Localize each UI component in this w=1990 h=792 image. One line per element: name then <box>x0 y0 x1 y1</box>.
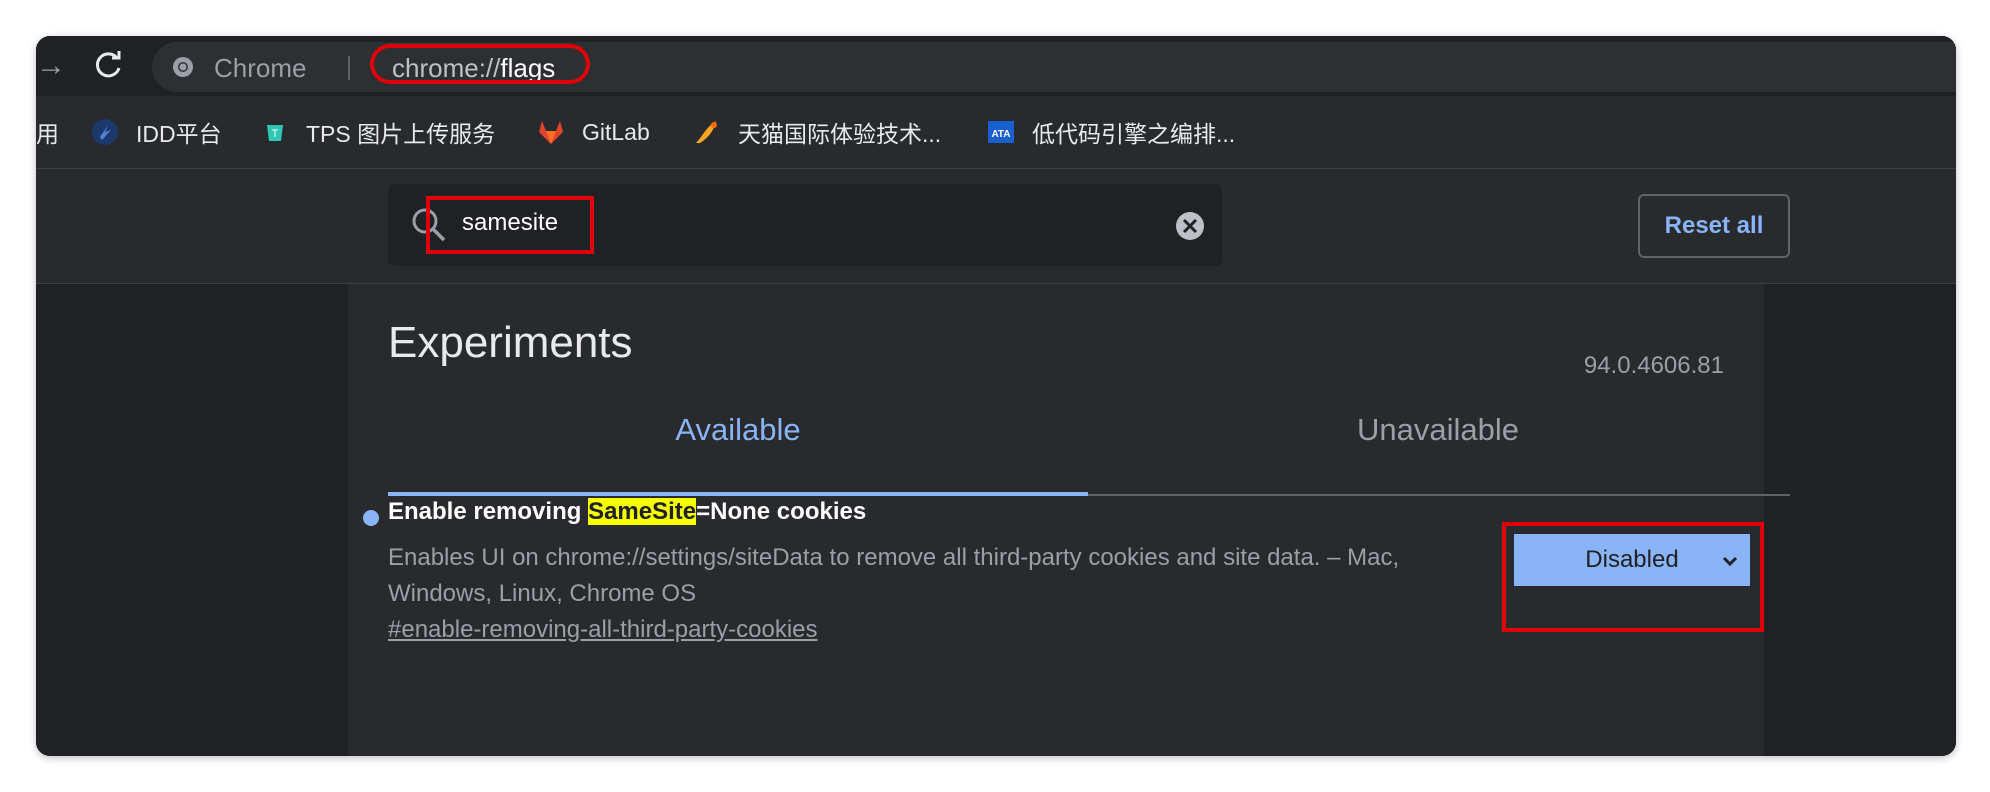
bookmark-label: 天猫国际体验技术... <box>738 121 942 147</box>
tab-unavailable[interactable]: Unavailable <box>1088 396 1788 464</box>
bookmark-item[interactable]: 用 <box>36 116 59 148</box>
search-annotation-box <box>426 196 594 254</box>
chevron-down-icon <box>1720 550 1740 570</box>
tab-active-indicator <box>388 492 1088 496</box>
flag-title-prefix: Enable removing <box>388 498 589 525</box>
flag-description: Enables UI on chrome://settings/siteData… <box>388 544 1400 607</box>
ata-icon: ATA <box>986 117 1016 147</box>
address-bar[interactable]: Chrome chrome://flags <box>152 42 1956 92</box>
bookmark-item[interactable]: ATA 低代码引擎之编排... <box>986 116 1235 148</box>
url-annotation-ring <box>370 44 590 84</box>
site-chip-label: Chrome <box>214 53 307 83</box>
bookmark-item[interactable]: GitLab <box>536 116 650 148</box>
bookmark-label: IDD平台 <box>136 121 222 147</box>
bookmark-item[interactable]: T TPS 图片上传服务 <box>260 116 495 148</box>
flag-title: Enable removing SameSite=None cookies <box>388 498 866 526</box>
reload-icon[interactable] <box>90 48 126 84</box>
flag-anchor-link[interactable]: #enable-removing-all-third-party-cookies <box>388 616 818 644</box>
experiments-panel: Experiments 94.0.4606.81 Available Unava… <box>348 284 1790 756</box>
flags-header: samesite Reset all <box>36 169 1956 284</box>
chrome-logo-icon <box>172 56 194 78</box>
idd-icon <box>90 117 120 147</box>
flag-status-dot <box>363 510 379 526</box>
bookmark-item[interactable]: 天猫国际体验技术... <box>692 116 941 148</box>
browser-window: → Chrome chrome://flags 用 IDD平台 T TPS 图片… <box>36 36 1956 756</box>
bookmark-item[interactable]: IDD平台 <box>90 116 222 148</box>
bookmark-label: 用 <box>36 121 59 147</box>
bookmarks-bar: 用 IDD平台 T TPS 图片上传服务 GitLab 天猫国际体验技术... <box>36 96 1956 169</box>
forward-icon[interactable]: → <box>36 48 62 84</box>
gitlab-icon <box>536 117 566 147</box>
svg-text:T: T <box>272 128 279 140</box>
tmall-icon <box>692 117 722 147</box>
bookmark-label: GitLab <box>582 118 650 145</box>
address-divider <box>348 56 350 80</box>
version-label: 94.0.4606.81 <box>1583 352 1724 379</box>
flag-state-select[interactable]: Disabled <box>1514 534 1750 586</box>
flag-state-value: Disabled <box>1585 546 1679 573</box>
tps-icon: T <box>260 117 290 147</box>
search-match-highlight: SameSite <box>588 498 697 525</box>
browser-toolbar: → Chrome chrome://flags <box>36 36 1956 96</box>
tab-bar: Available Unavailable <box>388 396 1790 464</box>
clear-search-icon[interactable] <box>1174 210 1206 242</box>
tab-available[interactable]: Available <box>388 396 1088 464</box>
svg-text:ATA: ATA <box>991 129 1010 140</box>
reset-all-button[interactable]: Reset all <box>1638 194 1790 258</box>
flag-title-suffix: =None cookies <box>696 498 867 525</box>
page-title: Experiments <box>388 318 633 367</box>
bookmark-label: 低代码引擎之编排... <box>1032 121 1236 147</box>
search-field[interactable]: samesite <box>388 184 1222 266</box>
bookmark-label: TPS 图片上传服务 <box>306 121 496 147</box>
